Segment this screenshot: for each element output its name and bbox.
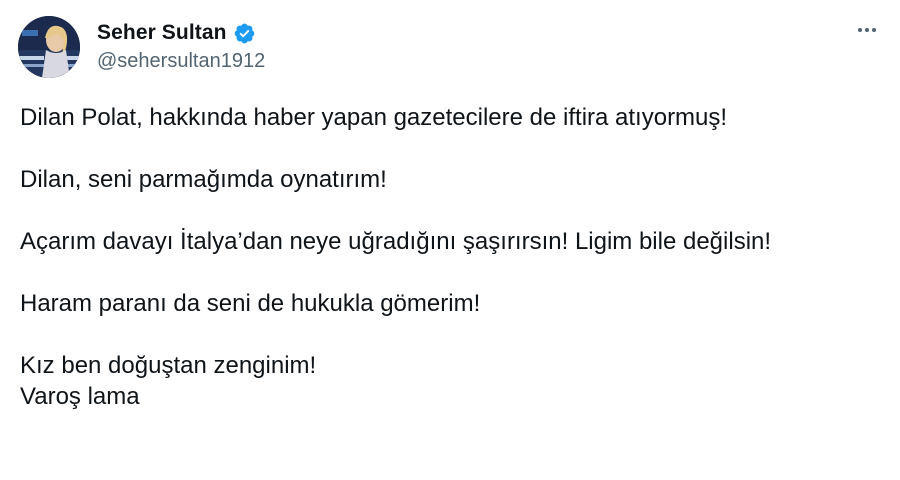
tweet-paragraph: Dilan Polat, hakkında haber yapan gazete…	[20, 104, 728, 131]
tweet-paragraph: Dilan, seni parmağımda oynatırım!	[20, 166, 387, 193]
tweet-paragraph: Kız ben doğuştan zenginim! Varoş lama	[20, 352, 317, 410]
avatar[interactable]	[18, 16, 80, 78]
author-name-row: Seher Sultan	[97, 18, 256, 48]
tweet-paragraph: Açarım davayı İtalya’dan neye uğradığını…	[20, 228, 772, 255]
more-horizontal-icon	[858, 28, 862, 32]
tweet-text: Dilan Polat, hakkında haber yapan gazete…	[20, 102, 880, 412]
tweet-paragraph: Haram paranı da seni de hukukla gömerim!	[20, 290, 481, 317]
verified-badge-icon	[233, 22, 256, 45]
display-name[interactable]: Seher Sultan	[97, 21, 227, 45]
more-options-button[interactable]	[852, 18, 882, 42]
tweet-card: Seher Sultan @sehersultan1912 Dilan Pola…	[0, 0, 900, 480]
avatar-image	[18, 16, 80, 78]
author-handle[interactable]: @sehersultan1912	[97, 50, 265, 73]
